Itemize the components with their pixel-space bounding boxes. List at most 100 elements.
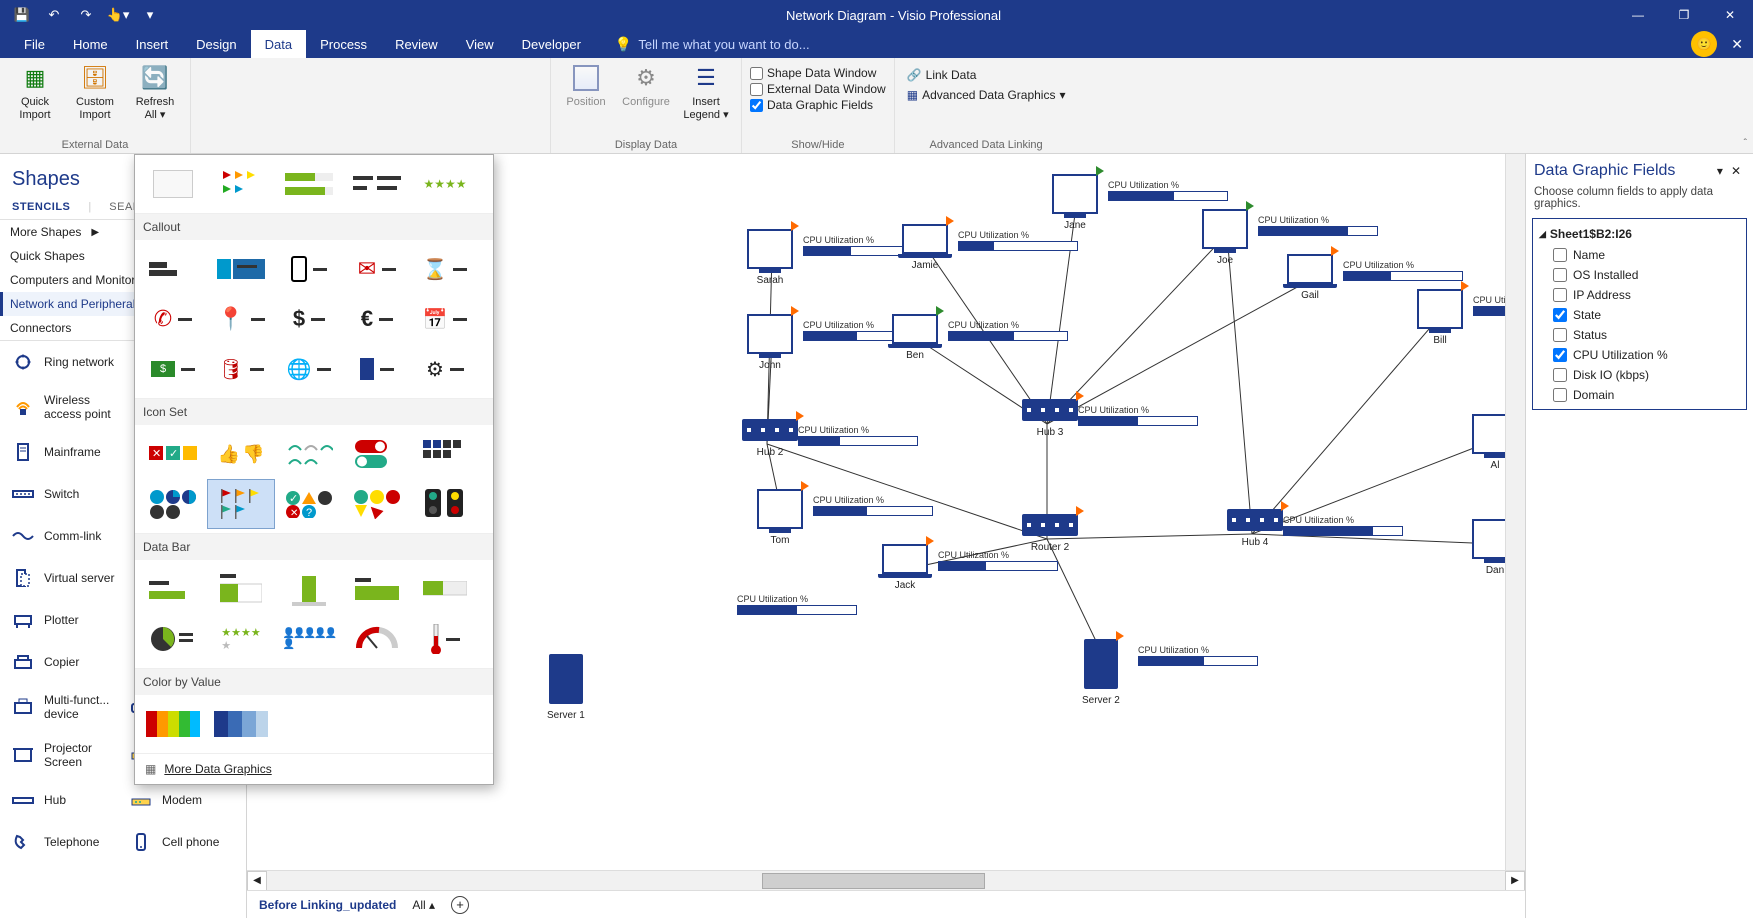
node-hub-2[interactable]: Hub 2CPU Utilization % [742,419,798,458]
gallery-callout-money[interactable]: $ [139,344,207,394]
field-state[interactable]: State [1535,305,1744,325]
tab-file[interactable]: File [10,30,59,58]
scroll-left-button[interactable]: ◀ [247,871,267,891]
gallery-iconset-flags-selected[interactable] [207,479,275,529]
shapes-tab-stencils[interactable]: STENCILS [12,201,70,213]
node-john[interactable]: JohnCPU Utilization % [747,314,793,371]
undo-button[interactable]: ↶ [42,3,66,27]
field-domain[interactable]: Domain [1535,385,1744,405]
gallery-databar-gauge[interactable] [343,614,411,664]
field-ip-address[interactable]: IP Address [1535,285,1744,305]
shape-telephone[interactable]: Telephone [8,825,120,859]
shape-comm-link[interactable]: Comm-link [8,519,120,553]
gallery-iconset-wifi[interactable] [275,429,343,479]
check-shape-data-window[interactable]: Shape Data Window [750,66,886,80]
fields-tree-root[interactable]: ◢Sheet1$B2:I26 [1535,223,1744,245]
position-button[interactable]: Position [559,62,613,109]
node-router-2[interactable]: Router 2 [1022,514,1078,553]
gallery-databar-5[interactable] [411,564,479,614]
check-data-graphic-fields[interactable]: Data Graphic Fields [750,98,886,112]
gallery-callout-phone2[interactable]: ✆ [139,294,207,344]
gallery-callout-calendar[interactable]: 📅 [411,294,479,344]
node-cut[interactable]: CPU Utilization % [737,594,857,615]
field-cpu-utilization-[interactable]: CPU Utilization % [1535,345,1744,365]
shape-copier[interactable]: Copier [8,645,120,679]
configure-button[interactable]: ⚙ Configure [619,62,673,109]
gallery-item-flags[interactable] [207,159,275,209]
node-hub-3[interactable]: Hub 3CPU Utilization % [1022,399,1078,438]
gallery-databar-4[interactable] [343,564,411,614]
gallery-iconset-toggles[interactable] [343,429,411,479]
gallery-iconset-traffic[interactable] [411,479,479,529]
field-name[interactable]: Name [1535,245,1744,265]
vertical-scrollbar[interactable] [1505,154,1525,870]
node-tom[interactable]: TomCPU Utilization % [757,489,803,546]
gallery-callout-db[interactable]: 🛢 [207,344,275,394]
qat-overflow[interactable]: ▾ [138,3,162,27]
gallery-iconset-pies[interactable] [139,479,207,529]
gallery-databar-pie[interactable] [139,614,207,664]
pane-dropdown-button[interactable]: ▾ [1713,164,1727,178]
custom-import-button[interactable]: 🗄 Custom Import [68,62,122,122]
link-data-button[interactable]: 🔗Link Data [903,66,1070,84]
quick-import-button[interactable]: ▦ Quick Import [8,62,62,122]
gallery-databar-people[interactable]: 👤👤👤👤👤👤 [275,614,343,664]
feedback-smile-icon[interactable]: 🙂 [1691,31,1717,57]
tab-design[interactable]: Design [182,30,250,58]
add-sheet-button[interactable]: + [451,896,469,914]
minimize-button[interactable]: — [1615,0,1661,30]
gallery-callout-phone[interactable] [275,244,343,294]
gallery-color-1[interactable] [139,699,207,749]
tab-view[interactable]: View [452,30,508,58]
gallery-item-none[interactable] [139,159,207,209]
scroll-right-button[interactable]: ▶ [1505,871,1525,891]
node-jane[interactable]: JaneCPU Utilization % [1052,174,1098,231]
gallery-more-link[interactable]: ▦ More Data Graphics [135,754,493,784]
gallery-item-text[interactable] [343,159,411,209]
pane-close-button[interactable]: ✕ [1727,164,1745,178]
insert-legend-button[interactable]: ☰ Insert Legend ▾ [679,62,733,122]
gallery-iconset-1[interactable]: ✕✓ [139,429,207,479]
shape-multi-funct-device[interactable]: Multi-funct... device [8,687,120,727]
redo-button[interactable]: ↷ [74,3,98,27]
tab-developer[interactable]: Developer [508,30,595,58]
sheet-tab[interactable]: Before Linking_updated [259,898,396,912]
tab-process[interactable]: Process [306,30,381,58]
refresh-all-button[interactable]: 🔄 Refresh All ▾ [128,62,182,122]
shape-projector-screen[interactable]: Projector Screen [8,735,120,775]
shape-hub[interactable]: Hub [8,783,120,817]
shape-modem[interactable]: Modem [126,783,238,817]
shape-wireless-access-point[interactable]: Wireless access point [8,387,120,427]
gallery-callout-dollar[interactable]: $ [275,294,343,344]
field-disk-io-kbps-[interactable]: Disk IO (kbps) [1535,365,1744,385]
gallery-callout-pin[interactable]: 📍 [207,294,275,344]
node-hub-4[interactable]: Hub 4CPU Utilization % [1227,509,1283,548]
gallery-databar-thermo[interactable] [411,614,479,664]
field-status[interactable]: Status [1535,325,1744,345]
node-sarah[interactable]: SarahCPU Utilization % [747,229,793,286]
tab-insert[interactable]: Insert [122,30,183,58]
advanced-data-graphics-button[interactable]: ▦Advanced Data Graphics ▾ [903,86,1070,104]
node-jamie[interactable]: JamieCPU Utilization % [902,224,948,271]
shape-ring-network[interactable]: Ring network [8,345,120,379]
node-server-2[interactable]: Server 2CPU Utilization % [1082,639,1120,706]
sheets-all-button[interactable]: All ▴ [412,898,435,912]
tell-me-search[interactable]: 💡 Tell me what you want to do... [595,30,810,58]
node-bill[interactable]: BillCPU Utilization % [1417,289,1463,346]
node-ben[interactable]: BenCPU Utilization % [892,314,938,361]
tab-review[interactable]: Review [381,30,452,58]
gallery-iconset-grid[interactable] [411,429,479,479]
gallery-databar-2[interactable] [207,564,275,614]
gallery-callout-1[interactable] [139,244,207,294]
touch-mode-button[interactable]: 👆▾ [106,3,130,27]
gallery-callout-gear[interactable]: ⚙ [411,344,479,394]
horizontal-scrollbar[interactable]: ◀ ▶ [247,870,1525,890]
node-joe[interactable]: JoeCPU Utilization % [1202,209,1248,266]
gallery-callout-globe[interactable]: 🌐 [275,344,343,394]
restore-button[interactable]: ❐ [1661,0,1707,30]
gallery-item-stars[interactable]: ★★★★ [411,159,479,209]
tab-data[interactable]: Data [251,30,306,58]
gallery-callout-mail[interactable]: ✉ [343,244,411,294]
check-external-data-window[interactable]: External Data Window [750,82,886,96]
close-window-button[interactable]: ✕ [1707,0,1753,30]
